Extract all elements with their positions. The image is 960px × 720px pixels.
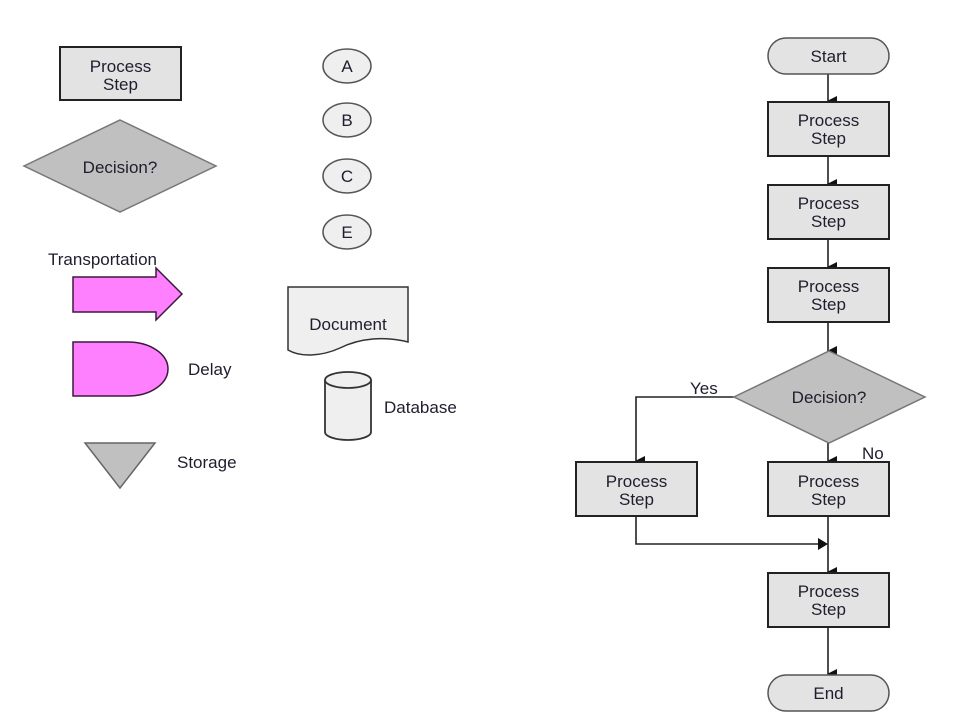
- legend-document-icon: Document: [287, 286, 409, 356]
- flow-decision: Decision?: [732, 350, 927, 444]
- svg-text:B: B: [341, 111, 352, 130]
- flowchart-canvas: Process Step Decision? Transportation De…: [22, 37, 927, 712]
- svg-text:A: A: [341, 57, 353, 76]
- legend-delay-label: Delay: [188, 360, 232, 379]
- legend-storage-label: Storage: [177, 453, 237, 472]
- flow-no-label: No: [862, 444, 884, 463]
- legend-process-line1: Process: [90, 57, 151, 76]
- svg-text:Process: Process: [606, 472, 667, 491]
- arrow-decision-yes: [635, 396, 734, 466]
- legend-connector-a: A: [322, 48, 372, 84]
- svg-text:Decision?: Decision?: [792, 388, 867, 407]
- svg-text:Process: Process: [798, 111, 859, 130]
- legend-process-step: Process Step: [59, 46, 182, 101]
- svg-text:Step: Step: [619, 490, 654, 509]
- legend-database-label: Database: [384, 398, 457, 417]
- legend-database-icon: [324, 371, 372, 441]
- arrow-yes-merge: [635, 516, 819, 545]
- legend-connector-b: B: [322, 102, 372, 138]
- flow-end: End: [767, 674, 890, 712]
- svg-text:Step: Step: [811, 600, 846, 619]
- svg-text:Process: Process: [798, 277, 859, 296]
- svg-text:Step: Step: [811, 129, 846, 148]
- legend-transportation-arrow-icon: [72, 266, 184, 322]
- flow-yes-step: Process Step: [575, 461, 698, 517]
- legend-transportation-label: Transportation: [48, 250, 157, 269]
- svg-text:Step: Step: [811, 212, 846, 231]
- flow-step-1: Process Step: [767, 101, 890, 157]
- flow-no-step: Process Step: [767, 461, 890, 517]
- flow-start: Start: [767, 37, 890, 75]
- svg-text:End: End: [813, 684, 843, 703]
- svg-text:Process: Process: [798, 582, 859, 601]
- svg-text:Start: Start: [811, 47, 847, 66]
- legend-decision: Decision?: [22, 119, 218, 213]
- legend-decision-label: Decision?: [83, 158, 158, 177]
- legend-document-label: Document: [309, 315, 387, 334]
- legend-process-line2: Step: [103, 75, 138, 94]
- svg-text:Process: Process: [798, 472, 859, 491]
- flow-step-3: Process Step: [767, 267, 890, 323]
- svg-text:C: C: [341, 167, 353, 186]
- legend-connector-e: E: [322, 214, 372, 250]
- merge-arrowhead: [818, 538, 828, 550]
- flow-yes-label: Yes: [690, 379, 718, 398]
- svg-text:Process: Process: [798, 194, 859, 213]
- legend-delay-icon: [72, 341, 169, 397]
- legend-connector-c: C: [322, 158, 372, 194]
- svg-text:Step: Step: [811, 295, 846, 314]
- flow-step-2: Process Step: [767, 184, 890, 240]
- svg-text:Step: Step: [811, 490, 846, 509]
- flow-final-step: Process Step: [767, 572, 890, 628]
- svg-text:E: E: [341, 223, 352, 242]
- legend-storage-icon: [83, 442, 157, 490]
